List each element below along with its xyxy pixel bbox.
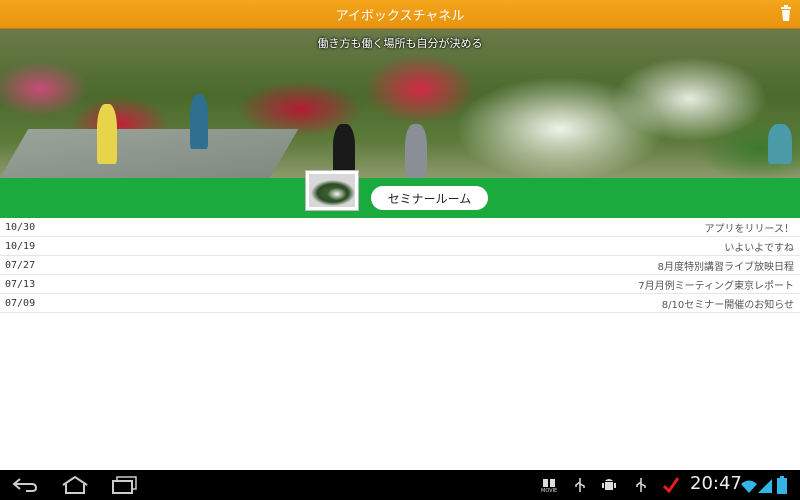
news-title: 8月度特別講習ライブ放映日程 [657, 261, 794, 273]
usb-icon [636, 478, 646, 492]
news-date: 10/19 [5, 240, 36, 252]
news-row[interactable]: 07/27 8月度特別講習ライブ放映日程 [0, 256, 800, 275]
visitor-figure [405, 124, 427, 178]
system-navigation-bar: MOVIE 20:47 [0, 470, 800, 500]
trash-icon[interactable] [780, 5, 792, 21]
news-list: 10/30 アプリをリリース！ 10/19 いよいよですね 07/27 8月度特… [0, 218, 800, 313]
room-thumbnail[interactable] [305, 170, 359, 211]
news-row[interactable]: 10/30 アプリをリリース！ [0, 218, 800, 237]
news-row[interactable]: 07/09 8/10セミナー開催のお知らせ [0, 294, 800, 313]
recent-apps-icon[interactable] [112, 476, 138, 494]
wreath-image [309, 174, 355, 207]
title-bar: アイボックスチャネル [0, 0, 800, 29]
hero-banner-image: 働き方も働く場所も自分が決める [0, 29, 800, 178]
movie-label: MOVIE [541, 488, 558, 494]
news-title: いよいよですね [724, 242, 794, 254]
seminar-room-button[interactable]: セミナールーム [371, 186, 488, 210]
news-title: 7月月例ミーティング東京レポート [638, 280, 794, 292]
news-date: 07/13 [5, 278, 36, 290]
visitor-figure [768, 124, 792, 164]
status-clock: 20:47 [690, 473, 742, 494]
usb-icon [575, 478, 585, 492]
signal-icon [758, 479, 772, 493]
news-title: アプリをリリース！ [704, 223, 795, 235]
news-title: 8/10セミナー開催のお知らせ [661, 299, 794, 311]
wifi-icon [741, 480, 757, 493]
battery-icon [777, 476, 787, 494]
garden-path [0, 129, 299, 178]
check-icon [663, 477, 679, 493]
news-date: 07/27 [5, 259, 36, 271]
visitor-figure [97, 104, 117, 164]
news-row[interactable]: 10/19 いよいよですね [0, 237, 800, 256]
app-title: アイボックスチャネル [335, 8, 465, 24]
news-row[interactable]: 07/13 7月月例ミーティング東京レポート [0, 275, 800, 294]
news-date: 07/09 [5, 297, 36, 309]
movie-icon[interactable] [542, 478, 556, 488]
home-icon[interactable] [61, 476, 89, 494]
hero-tagline: 働き方も働く場所も自分が決める [317, 37, 483, 50]
back-icon[interactable] [12, 476, 38, 494]
news-date: 10/30 [5, 221, 36, 233]
visitor-figure [190, 94, 208, 149]
android-debug-icon [602, 479, 616, 490]
